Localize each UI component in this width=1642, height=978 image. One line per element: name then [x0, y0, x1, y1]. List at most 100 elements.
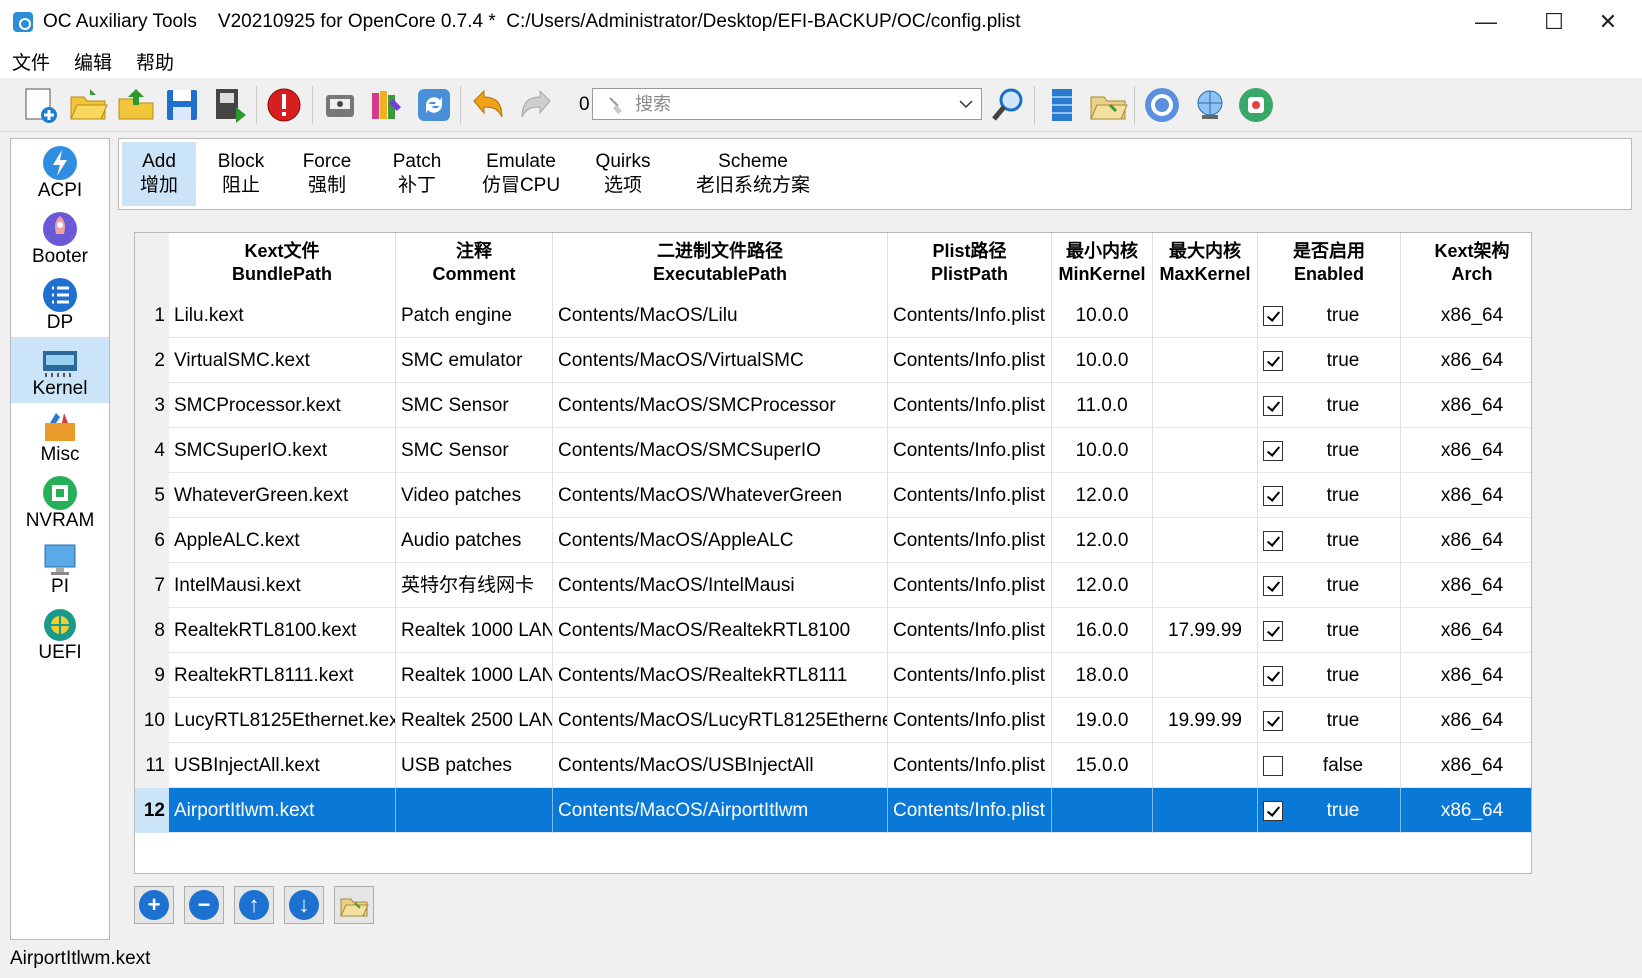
min-kernel-cell[interactable]: 12.0.0 [1052, 518, 1153, 563]
max-kernel-cell[interactable] [1153, 293, 1258, 338]
row-number[interactable]: 12 [135, 788, 169, 833]
row-number[interactable]: 2 [135, 338, 169, 383]
comment-cell[interactable]: SMC emulator [396, 338, 553, 383]
bundle-path-cell[interactable]: LucyRTL8125Ethernet.kext [169, 698, 396, 743]
enabled-checkbox[interactable] [1263, 621, 1283, 641]
enabled-checkbox[interactable] [1263, 306, 1283, 326]
min-kernel-cell[interactable]: 12.0.0 [1052, 563, 1153, 608]
executable-path-cell[interactable]: Contents/MacOS/IntelMausi [553, 563, 888, 608]
executable-path-cell[interactable]: Contents/MacOS/USBInjectAll [553, 743, 888, 788]
comment-cell[interactable]: Audio patches [396, 518, 553, 563]
max-kernel-cell[interactable]: 19.99.99 [1153, 698, 1258, 743]
comment-cell[interactable]: Realtek 1000 LAN [396, 653, 553, 698]
enabled-checkbox[interactable] [1263, 441, 1283, 461]
arch-cell[interactable]: x86_64 [1401, 743, 1531, 788]
plist-path-cell[interactable]: Contents/Info.plist [888, 338, 1052, 383]
comment-cell[interactable]: Patch engine [396, 293, 553, 338]
sidebar-item-kernel[interactable]: Kernel [11, 337, 109, 403]
enabled-checkbox[interactable] [1263, 576, 1283, 596]
min-kernel-cell[interactable]: 18.0.0 [1052, 653, 1153, 698]
executable-path-cell[interactable]: Contents/MacOS/WhateverGreen [553, 473, 888, 518]
enabled-checkbox[interactable] [1263, 486, 1283, 506]
arch-cell[interactable]: x86_64 [1401, 428, 1531, 473]
arch-cell[interactable]: x86_64 [1401, 293, 1531, 338]
row-number[interactable]: 5 [135, 473, 169, 518]
bundle-path-cell[interactable]: RealtekRTL8100.kext [169, 608, 396, 653]
plist-path-cell[interactable]: Contents/Info.plist [888, 518, 1052, 563]
row-number[interactable]: 9 [135, 653, 169, 698]
plist-path-cell[interactable]: Contents/Info.plist [888, 743, 1052, 788]
header-max-kernel[interactable]: 最大内核 MaxKernel [1153, 233, 1258, 293]
min-kernel-cell[interactable]: 11.0.0 [1052, 383, 1153, 428]
arch-cell[interactable]: x86_64 [1401, 518, 1531, 563]
enabled-checkbox[interactable] [1263, 396, 1283, 416]
max-kernel-cell[interactable] [1153, 518, 1258, 563]
header-executable-path[interactable]: 二进制文件路径 ExecutablePath [553, 233, 888, 293]
plist-path-cell[interactable]: Contents/Info.plist [888, 563, 1052, 608]
executable-path-cell[interactable]: Contents/MacOS/Lilu [553, 293, 888, 338]
row-number[interactable]: 7 [135, 563, 169, 608]
enabled-checkbox[interactable] [1263, 801, 1283, 821]
bundle-path-cell[interactable]: SMCProcessor.kext [169, 383, 396, 428]
comment-cell[interactable]: SMC Sensor [396, 383, 553, 428]
move-down-button[interactable]: ↓ [284, 886, 324, 924]
comment-cell[interactable]: USB patches [396, 743, 553, 788]
enabled-cell[interactable]: true [1258, 293, 1401, 338]
executable-path-cell[interactable]: Contents/MacOS/AirportItlwm [553, 788, 888, 833]
error-check-icon[interactable] [264, 85, 304, 125]
close-button[interactable]: ✕ [1574, 0, 1642, 44]
bundle-path-cell[interactable]: WhateverGreen.kext [169, 473, 396, 518]
executable-path-cell[interactable]: Contents/MacOS/RealtekRTL8100 [553, 608, 888, 653]
executable-path-cell[interactable]: Contents/MacOS/SMCSuperIO [553, 428, 888, 473]
github-icon[interactable] [1142, 85, 1182, 125]
min-kernel-cell[interactable]: 12.0.0 [1052, 473, 1153, 518]
disk-icon[interactable] [320, 85, 360, 125]
header-enabled[interactable]: 是否启用 Enabled [1258, 233, 1401, 293]
comment-cell[interactable] [396, 788, 553, 833]
plist-path-cell[interactable]: Contents/Info.plist [888, 383, 1052, 428]
save-icon[interactable] [162, 85, 202, 125]
enabled-checkbox[interactable] [1263, 666, 1283, 686]
save-as-icon[interactable] [210, 85, 250, 125]
min-kernel-cell[interactable]: 10.0.0 [1052, 338, 1153, 383]
enabled-checkbox[interactable] [1263, 531, 1283, 551]
move-up-button[interactable]: ↑ [234, 886, 274, 924]
new-file-icon[interactable] [20, 85, 60, 125]
executable-path-cell[interactable]: Contents/MacOS/LucyRTL8125Ethernet [553, 698, 888, 743]
row-number[interactable]: 1 [135, 293, 169, 338]
upload-folder-icon[interactable] [116, 85, 156, 125]
tab-emulate[interactable]: Emulate 仿冒CPU [469, 142, 573, 206]
min-kernel-cell[interactable] [1052, 788, 1153, 833]
arch-cell[interactable]: x86_64 [1401, 653, 1531, 698]
sidebar-item-acpi[interactable]: ACPI [11, 139, 109, 205]
arch-cell[interactable]: x86_64 [1401, 383, 1531, 428]
bundle-path-cell[interactable]: Lilu.kext [169, 293, 396, 338]
tab-scheme[interactable]: Scheme 老旧系统方案 [683, 142, 823, 206]
row-number[interactable]: 3 [135, 383, 169, 428]
max-kernel-cell[interactable] [1153, 563, 1258, 608]
arch-cell[interactable]: x86_64 [1401, 563, 1531, 608]
bundle-path-cell[interactable]: AppleALC.kext [169, 518, 396, 563]
bundle-path-cell[interactable]: SMCSuperIO.kext [169, 428, 396, 473]
enabled-cell[interactable]: true [1258, 428, 1401, 473]
redo-icon[interactable] [516, 85, 556, 125]
add-row-button[interactable]: + [134, 886, 174, 924]
min-kernel-cell[interactable]: 10.0.0 [1052, 428, 1153, 473]
max-kernel-cell[interactable]: 17.99.99 [1153, 608, 1258, 653]
enabled-cell[interactable]: true [1258, 698, 1401, 743]
plist-path-cell[interactable]: Contents/Info.plist [888, 698, 1052, 743]
folder-icon[interactable] [1088, 85, 1128, 125]
kext-table[interactable]: Kext文件 BundlePath 注释 Comment 二进制文件路径 Executab… [134, 232, 1532, 874]
tab-add[interactable]: Add 增加 [122, 142, 196, 206]
arch-cell[interactable]: x86_64 [1401, 473, 1531, 518]
menu-file[interactable]: 文件 [12, 48, 50, 75]
search-input[interactable] [635, 93, 935, 115]
refresh-icon[interactable] [414, 85, 454, 125]
executable-path-cell[interactable]: Contents/MacOS/RealtekRTL8111 [553, 653, 888, 698]
bundle-path-cell[interactable]: AirportItlwm.kext [169, 788, 396, 833]
comment-cell[interactable]: Video patches [396, 473, 553, 518]
max-kernel-cell[interactable] [1153, 338, 1258, 383]
executable-path-cell[interactable]: Contents/MacOS/AppleALC [553, 518, 888, 563]
chevron-down-icon[interactable] [959, 99, 973, 109]
min-kernel-cell[interactable]: 19.0.0 [1052, 698, 1153, 743]
